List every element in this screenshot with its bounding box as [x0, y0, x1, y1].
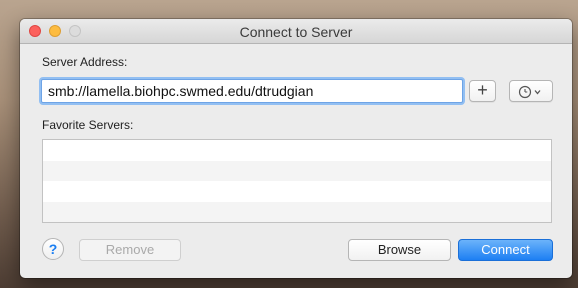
server-address-input[interactable]: smb://lamella.biohpc.swmed.edu/dtrudgian — [41, 79, 463, 103]
help-button[interactable]: ? — [42, 238, 64, 260]
question-icon: ? — [48, 241, 58, 257]
list-item[interactable] — [43, 201, 551, 222]
title-bar[interactable]: Connect to Server — [20, 19, 572, 44]
favorite-servers-label: Favorite Servers: — [42, 118, 134, 132]
clock-icon — [518, 85, 541, 99]
plus-icon: + — [477, 80, 488, 100]
remove-button[interactable]: Remove — [79, 239, 181, 261]
browse-button[interactable]: Browse — [348, 239, 451, 261]
server-address-label: Server Address: — [42, 55, 128, 69]
window-title: Connect to Server — [239, 24, 353, 40]
list-item[interactable] — [43, 160, 551, 181]
connect-button[interactable]: Connect — [458, 239, 553, 261]
favorite-servers-list[interactable] — [42, 139, 552, 223]
list-item[interactable] — [43, 140, 551, 161]
recent-servers-button[interactable] — [509, 80, 553, 102]
chevron-down-icon — [534, 90, 541, 95]
list-item[interactable] — [43, 181, 551, 202]
connect-to-server-window: Connect to Server Server Address: smb://… — [20, 19, 572, 278]
add-favorite-button[interactable]: + — [469, 80, 496, 102]
